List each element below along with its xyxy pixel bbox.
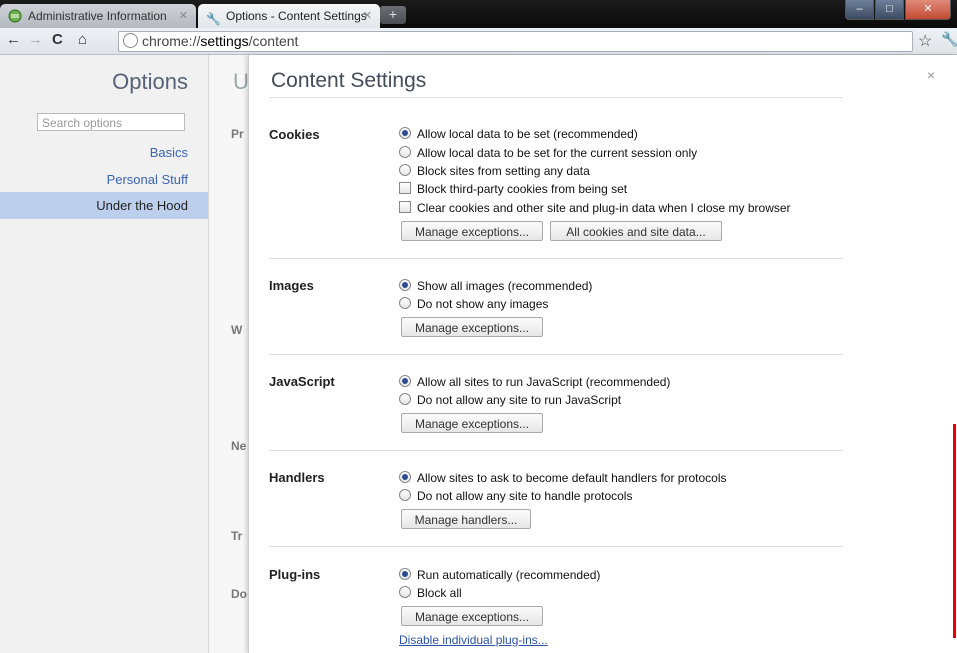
options-sidebar: Options Search options Basics Personal S… (0, 55, 209, 653)
tab-content-settings[interactable]: 🔧 Options - Content Settings ✕ (198, 4, 380, 28)
radio-block-sites-data[interactable]: Block sites from setting any data (399, 164, 590, 178)
radio-block-plugins[interactable]: Block all (399, 586, 462, 600)
url-host: settings (200, 33, 249, 49)
radio-selected-icon[interactable] (399, 279, 411, 291)
radio-no-images[interactable]: Do not show any images (399, 297, 548, 311)
option-label: Run automatically (recommended) (417, 568, 601, 582)
tab-close-icon[interactable]: ✕ (179, 4, 188, 28)
forward-arrow-icon[interactable]: → (28, 31, 43, 48)
divider (269, 450, 843, 451)
page-info-icon[interactable] (123, 33, 138, 48)
url-path: /content (248, 33, 299, 49)
all-cookies-site-data-button[interactable]: All cookies and site data... (550, 221, 722, 241)
window-controls: – □ ✕ (844, 0, 951, 20)
divider (269, 546, 843, 547)
minimize-button[interactable]: – (845, 0, 874, 20)
radio-block-handlers[interactable]: Do not allow any site to handle protocol… (399, 489, 632, 503)
section-label-handlers: Handlers (269, 470, 325, 485)
wrench-menu-icon[interactable]: 🔧 (941, 31, 957, 48)
new-tab-button[interactable]: + (380, 6, 406, 24)
home-icon[interactable]: ⌂ (78, 31, 87, 48)
maximize-button[interactable]: □ (875, 0, 904, 20)
radio-allow-javascript[interactable]: Allow all sites to run JavaScript (recom… (399, 375, 670, 389)
radio-selected-icon[interactable] (399, 375, 411, 387)
option-label: Allow all sites to run JavaScript (recom… (417, 375, 671, 389)
divider (269, 97, 843, 98)
images-manage-exceptions-button[interactable]: Manage exceptions... (401, 317, 543, 337)
window-title-bar: Administrative Information ✕ 🔧 Options - … (0, 0, 957, 28)
section-label-cookies: Cookies (269, 127, 320, 142)
radio-allow-local-data[interactable]: Allow local data to be set (recommended) (399, 127, 638, 141)
divider (269, 354, 843, 355)
globe-favicon-icon (8, 7, 22, 23)
tab-close-icon[interactable]: ✕ (363, 4, 372, 28)
option-label: Do not allow any site to run JavaScript (417, 393, 622, 407)
checkbox-icon[interactable] (399, 182, 411, 194)
javascript-manage-exceptions-button[interactable]: Manage exceptions... (401, 413, 543, 433)
background-section-label: Do (231, 587, 247, 601)
divider (269, 258, 843, 259)
checkbox-clear-on-close[interactable]: Clear cookies and other site and plug-in… (399, 201, 791, 215)
background-page-heading: U (233, 69, 249, 94)
option-label: Block third-party cookies from being set (417, 182, 628, 196)
wrench-favicon-icon: 🔧 (206, 12, 221, 26)
scroll-indicator (953, 424, 956, 638)
option-label: Show all images (recommended) (417, 279, 593, 293)
checkbox-icon[interactable] (399, 201, 411, 213)
radio-block-javascript[interactable]: Do not allow any site to run JavaScript (399, 393, 621, 407)
background-section-label: Pr (231, 127, 244, 141)
radio-icon[interactable] (399, 586, 411, 598)
tab-title: Options - Content Settings (226, 9, 367, 23)
radio-session-only[interactable]: Allow local data to be set for the curre… (399, 146, 697, 160)
dialog-title: Content Settings (271, 69, 427, 92)
content-settings-dialog: Content Settings × Cookies Allow local d… (248, 55, 957, 653)
radio-run-plugins[interactable]: Run automatically (recommended) (399, 568, 600, 582)
back-arrow-icon[interactable]: ← (6, 31, 21, 48)
dialog-close-icon[interactable]: × (927, 67, 935, 83)
background-section-label: Tr (231, 529, 243, 543)
address-bar[interactable]: chrome://settings/content (118, 31, 913, 52)
radio-icon[interactable] (399, 393, 411, 405)
radio-icon[interactable] (399, 146, 411, 158)
radio-allow-handlers[interactable]: Allow sites to ask to become default han… (399, 471, 727, 485)
background-section-label: Ne (231, 439, 247, 453)
checkbox-block-third-party[interactable]: Block third-party cookies from being set (399, 182, 627, 196)
radio-icon[interactable] (399, 164, 411, 176)
url-scheme: chrome:// (142, 33, 201, 49)
tab-administrative-information[interactable]: Administrative Information ✕ (0, 4, 196, 28)
radio-icon[interactable] (399, 489, 411, 501)
bookmark-star-icon[interactable]: ☆ (918, 31, 932, 51)
section-label-plugins: Plug-ins (269, 567, 321, 582)
sidebar-item-under-the-hood[interactable]: Under the Hood (0, 192, 208, 219)
option-label: Allow local data to be set (recommended) (417, 127, 638, 141)
section-label-images: Images (269, 278, 314, 293)
option-label: Block all (417, 586, 462, 600)
sidebar-title: Options (112, 69, 188, 94)
option-label: Do not show any images (417, 297, 549, 311)
section-label-javascript: JavaScript (269, 374, 335, 389)
sidebar-item-personal-stuff[interactable]: Personal Stuff (107, 172, 188, 187)
radio-icon[interactable] (399, 297, 411, 309)
browser-toolbar: ← → C ⌂ chrome://settings/content ☆ 🔧 (0, 28, 957, 55)
option-label: Allow local data to be set for the curre… (417, 146, 698, 160)
radio-show-all-images[interactable]: Show all images (recommended) (399, 279, 592, 293)
option-label: Allow sites to ask to become default han… (417, 471, 727, 485)
option-label: Block sites from setting any data (417, 164, 590, 178)
cookies-manage-exceptions-button[interactable]: Manage exceptions... (401, 221, 543, 241)
tab-title: Administrative Information (28, 9, 167, 23)
background-settings-page: U Pr W Ne Tr Do (209, 55, 249, 653)
reload-icon[interactable]: C (52, 31, 63, 48)
plugins-manage-exceptions-button[interactable]: Manage exceptions... (401, 606, 543, 626)
disable-plugins-link[interactable]: Disable individual plug-ins... (399, 633, 548, 647)
radio-selected-icon[interactable] (399, 471, 411, 483)
radio-selected-icon[interactable] (399, 568, 411, 580)
option-label: Clear cookies and other site and plug-in… (417, 201, 791, 215)
option-label: Do not allow any site to handle protocol… (417, 489, 633, 503)
radio-selected-icon[interactable] (399, 127, 411, 139)
background-section-label: W (231, 323, 243, 337)
close-window-button[interactable]: ✕ (905, 0, 951, 20)
search-options-input[interactable]: Search options (37, 113, 185, 131)
manage-handlers-button[interactable]: Manage handlers... (401, 509, 531, 529)
sidebar-item-basics[interactable]: Basics (150, 145, 188, 160)
